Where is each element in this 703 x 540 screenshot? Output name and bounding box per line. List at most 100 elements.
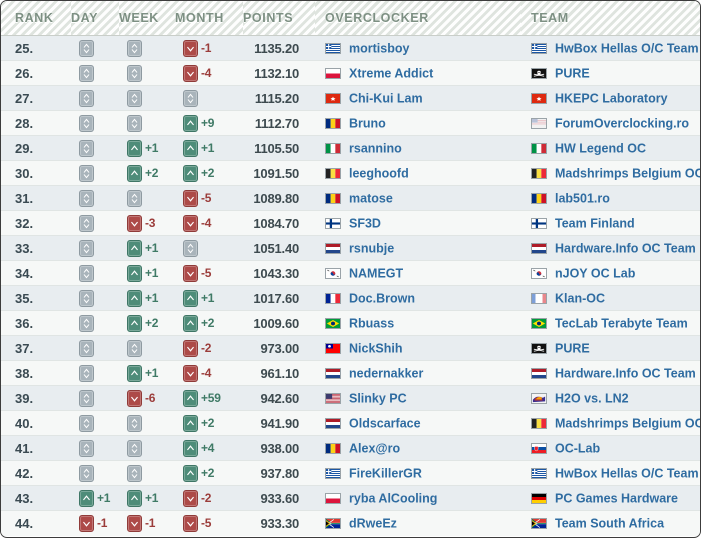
overclocker-name[interactable]: SF3D: [349, 216, 381, 230]
table-row[interactable]: 42. +2 937.80 FireKillerGR HwBox Hellas O/C …: [1, 460, 700, 486]
table-row[interactable]: 36. +2 +2 1009.60 Rbuass TecLab Terabyte Team: [1, 310, 700, 336]
team-name[interactable]: HwBox Hellas O/C Team: [555, 41, 699, 55]
arrows-updown-icon: [79, 189, 94, 207]
table-row[interactable]: 27. 1115.20 Chi-Kui Lam HKEPC Laboratory: [1, 85, 700, 111]
team-name[interactable]: Hardware.Info OC Team: [555, 366, 696, 380]
cell-month: -5: [175, 260, 243, 286]
arrow-up-icon: [127, 264, 142, 282]
overclocker-name[interactable]: mortisboy: [349, 41, 409, 55]
column-header-team[interactable]: TEAM: [521, 1, 700, 36]
month-delta-value: +1: [201, 141, 215, 155]
flag-icon-finland: [325, 217, 341, 229]
table-row[interactable]: 39. -6 +59 942.60 Slinky PC H2O vs. LN2: [1, 385, 700, 411]
overclocker-name[interactable]: dRweEz: [349, 517, 397, 531]
flag-icon-southafrica: [531, 518, 547, 530]
arrows-updown-icon: [127, 114, 142, 132]
table-row[interactable]: 37. -2 973.00 NickShih PURE: [1, 335, 700, 361]
overclocker-name[interactable]: FireKillerGR: [349, 466, 422, 480]
table-row[interactable]: 29. +1 +1 1105.50 rsannino HW Legend OC: [1, 135, 700, 161]
column-header-points[interactable]: POINTS: [243, 1, 315, 36]
team-name[interactable]: PURE: [555, 341, 590, 355]
overclocker-name[interactable]: rsannino: [349, 141, 402, 155]
team-name[interactable]: Madshrimps Belgium OC Team: [555, 416, 700, 430]
table-row[interactable]: 31. -5 1089.80 matose lab501.ro: [1, 185, 700, 211]
cell-overclocker: mortisboy: [315, 35, 521, 61]
cell-month: -2: [175, 485, 243, 511]
cell-month: +2: [175, 160, 243, 186]
overclocker-name[interactable]: Alex@ro: [349, 441, 400, 455]
overclocker-name[interactable]: Rbuass: [349, 316, 394, 330]
table-row[interactable]: 26. -4 1132.10 Xtreme Addict PURE: [1, 60, 700, 86]
team-name[interactable]: Team Finland: [555, 216, 635, 230]
flag-icon-netherlands: [325, 242, 341, 254]
team-name[interactable]: HwBox Hellas O/C Team: [555, 466, 699, 480]
team-name[interactable]: ForumOverclocking.ro: [555, 116, 689, 130]
cell-rank: 32.: [1, 210, 71, 236]
arrows-updown-icon: [79, 389, 94, 407]
week-delta-value: +1: [145, 241, 159, 255]
flag-icon-netherlands: [325, 367, 341, 379]
team-name[interactable]: PC Games Hardware: [555, 491, 678, 505]
table-row[interactable]: 38. +1 -4 961.10 nedernakker Hardware.Info OC…: [1, 360, 700, 386]
table-row[interactable]: 43. +1 +1 -2 933.60 ryba AlCooling PC Games Ha…: [1, 485, 700, 511]
column-header-month[interactable]: MONTH: [175, 1, 243, 36]
flag-icon-brazil: [531, 317, 547, 329]
table-row[interactable]: 34. +1 -5 1043.30 NAMEGT nJOY OC Lab: [1, 260, 700, 286]
table-row[interactable]: 35. +1 +1 1017.60 Doc.Brown Klan-OC: [1, 285, 700, 311]
overclocker-name[interactable]: ryba AlCooling: [349, 491, 437, 505]
team-name[interactable]: nJOY OC Lab: [555, 266, 635, 280]
overclocker-name[interactable]: Xtreme Addict: [349, 66, 433, 80]
overclocker-name[interactable]: Bruno: [349, 116, 386, 130]
table-row[interactable]: 28. +9 1112.70 Bruno ForumOverclocking.ro: [1, 110, 700, 136]
overclocker-name[interactable]: matose: [349, 191, 393, 205]
column-header-day[interactable]: DAY: [71, 1, 119, 36]
team-name[interactable]: Team South Africa: [555, 517, 664, 531]
overclocker-name[interactable]: NickShih: [349, 341, 403, 355]
team-name[interactable]: Hardware.Info OC Team: [555, 241, 696, 255]
team-name[interactable]: Klan-OC: [555, 291, 605, 305]
overclocker-name[interactable]: Oldscarface: [349, 416, 421, 430]
table-row[interactable]: 25. -1 1135.20 mortisboy HwBox Hellas O/C Te…: [1, 35, 700, 61]
table-row[interactable]: 40. +2 941.90 Oldscarface Madshrimps Belgium…: [1, 410, 700, 436]
table-row[interactable]: 41. +4 938.00 Alex@ro OC-Lab: [1, 435, 700, 461]
arrows-updown-icon: [79, 314, 94, 332]
cell-month: +59: [175, 385, 243, 411]
overclocker-name[interactable]: Doc.Brown: [349, 291, 415, 305]
arrow-down-icon: [183, 364, 198, 382]
overclocker-name[interactable]: leeghoofd: [349, 166, 409, 180]
table-row[interactable]: 30. +2 +2 1091.50 leeghoofd Madshrimps Belgiu…: [1, 160, 700, 186]
column-header-rank[interactable]: RANK: [1, 1, 71, 36]
overclocker-name[interactable]: Slinky PC: [349, 391, 407, 405]
table-row[interactable]: 44. -1 -1 -5 933.30 dRweEz Team South Africa: [1, 510, 700, 536]
team-name[interactable]: HKEPC Laboratory: [555, 91, 668, 105]
cell-overclocker: SF3D: [315, 210, 521, 236]
leaderboard-panel: RANK DAY WEEK MONTH POINTS OVERCLOCKER T…: [0, 0, 701, 538]
cell-team: lab501.ro: [521, 185, 700, 211]
cell-rank: 33.: [1, 235, 71, 261]
column-header-overclocker[interactable]: OVERCLOCKER: [315, 1, 521, 36]
overclocker-name[interactable]: nedernakker: [349, 366, 423, 380]
overclocker-name[interactable]: rsnubje: [349, 241, 394, 255]
team-name[interactable]: lab501.ro: [555, 191, 610, 205]
table-row[interactable]: 33. +1 1051.40 rsnubje Hardware.Info OC Team: [1, 235, 700, 261]
team-name[interactable]: HW Legend OC: [555, 141, 646, 155]
month-delta-value: +4: [201, 441, 215, 455]
team-name[interactable]: TecLab Terabyte Team: [555, 316, 688, 330]
week-delta-value: +1: [145, 366, 159, 380]
column-header-week[interactable]: WEEK: [119, 1, 175, 36]
overclocker-name[interactable]: NAMEGT: [349, 266, 403, 280]
cell-month: +1: [175, 135, 243, 161]
table-row[interactable]: 32. -3 -4 1084.70 SF3D Team Finland: [1, 210, 700, 236]
cell-week: [119, 85, 175, 111]
cell-team: ForumOverclocking.ro: [521, 110, 700, 136]
cell-day: [71, 385, 119, 411]
cell-month: +4: [175, 435, 243, 461]
overclocker-name[interactable]: Chi-Kui Lam: [349, 91, 423, 105]
team-name[interactable]: H2O vs. LN2: [555, 391, 629, 405]
team-name[interactable]: Madshrimps Belgium OC Team: [555, 166, 700, 180]
team-name[interactable]: OC-Lab: [555, 441, 600, 455]
month-delta-value: -2: [201, 491, 212, 505]
team-name[interactable]: PURE: [555, 66, 590, 80]
cell-points: 1112.70: [243, 110, 315, 136]
cell-overclocker: leeghoofd: [315, 160, 521, 186]
